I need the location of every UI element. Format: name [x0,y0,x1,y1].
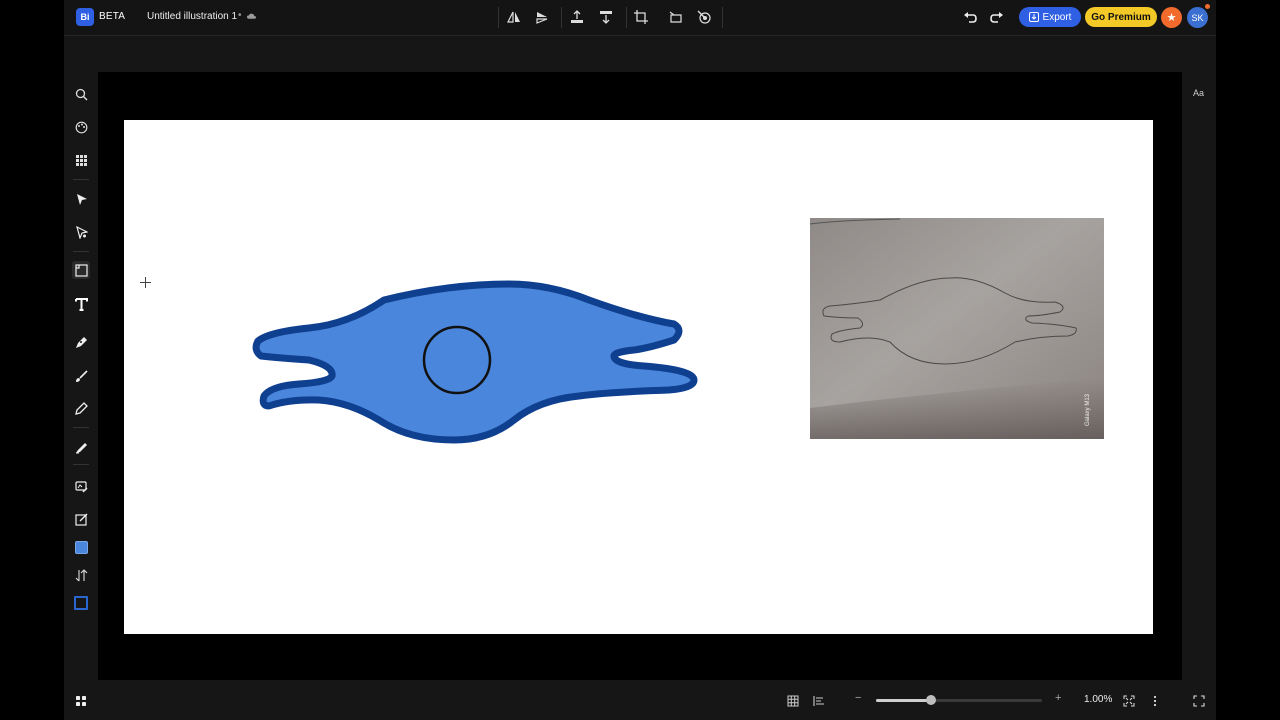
flip-vertical-icon[interactable] [534,9,550,25]
zoom-slider-thumb[interactable] [925,695,936,705]
photo-watermark: Galaxy M13 [1085,393,1091,426]
zoom-slider[interactable] [876,695,1042,705]
zoom-slider-fill [876,699,931,702]
export-icon [1028,12,1039,22]
zoom-out-button[interactable]: − [855,692,861,704]
palette-icon[interactable] [72,118,90,136]
swap-icon[interactable] [72,566,90,584]
more-options-icon[interactable] [1148,694,1162,708]
avatar[interactable]: SK [1187,7,1208,28]
tool-divider [73,179,89,180]
left-toolbar [64,36,98,680]
toolbar-divider [498,7,499,28]
beta-badge: BETA [99,11,126,22]
frame-icon[interactable] [72,261,90,279]
reference-photo[interactable]: Galaxy M13 [809,218,1104,439]
canvas-stage[interactable]: Galaxy M13 [98,72,1182,680]
top-bar: Bi BETA Untitled illustration 1 • Export… [64,0,1216,36]
artboard[interactable]: Galaxy M13 [124,120,1153,634]
tool-divider [73,251,89,252]
cloud-sync-icon [247,13,256,19]
pencil-icon[interactable] [72,399,90,417]
zoom-level[interactable]: 1.00% [1084,694,1112,705]
go-premium-button[interactable]: Go Premium [1085,7,1157,27]
app-logo[interactable]: Bi [76,8,94,26]
toolbar-divider [722,7,723,28]
crop-icon[interactable] [633,9,649,25]
direct-select-icon[interactable] [72,223,90,241]
photo-image: Galaxy M13 [809,218,1104,439]
grid-view-icon[interactable] [786,694,800,708]
cell-body-path[interactable] [252,280,698,444]
pen-icon[interactable] [72,333,90,351]
export-button[interactable]: Export [1019,7,1081,27]
notification-dot [1205,4,1210,9]
star-icon[interactable]: ★ [1161,7,1182,28]
toolbar-divider [561,7,562,28]
fit-screen-icon[interactable] [1122,694,1136,708]
transform-icon[interactable] [668,9,684,25]
font-panel-toggle[interactable]: Aa [1193,88,1204,98]
export-label: Export [1042,11,1072,23]
apps-grid-icon[interactable] [72,151,90,169]
undo-icon[interactable] [962,9,978,25]
document-title[interactable]: Untitled illustration 1 [147,11,237,22]
flip-horizontal-icon[interactable] [506,9,522,25]
redo-icon[interactable] [989,9,1005,25]
edit-icon[interactable] [72,510,90,528]
brush-icon[interactable] [72,367,90,385]
stroke-swatch-icon[interactable] [72,594,90,612]
fill-swatch-icon[interactable] [72,538,90,556]
select-arrow-icon[interactable] [72,190,90,208]
apps-menu-icon[interactable] [74,694,88,708]
send-backward-icon[interactable] [598,9,614,25]
cell-shape[interactable] [249,280,699,450]
zoom-in-button[interactable]: + [1055,692,1061,704]
bottom-bar: − + 1.00% [64,680,1216,720]
marker-icon[interactable] [72,438,90,456]
app-window: Bi BETA Untitled illustration 1 • Export… [64,0,1216,720]
title-separator: • [238,10,242,21]
toolbar-divider [626,7,627,28]
layers-icon[interactable] [812,694,826,708]
search-icon[interactable] [72,85,90,103]
crosshair-cursor-icon [140,277,151,288]
tool-divider [73,427,89,428]
tool-divider [73,464,89,465]
text-icon[interactable] [72,295,90,313]
bring-forward-icon[interactable] [569,9,585,25]
fullscreen-icon[interactable] [1192,694,1206,708]
image-edit-icon[interactable] [72,477,90,495]
magic-edit-icon[interactable] [696,9,712,25]
